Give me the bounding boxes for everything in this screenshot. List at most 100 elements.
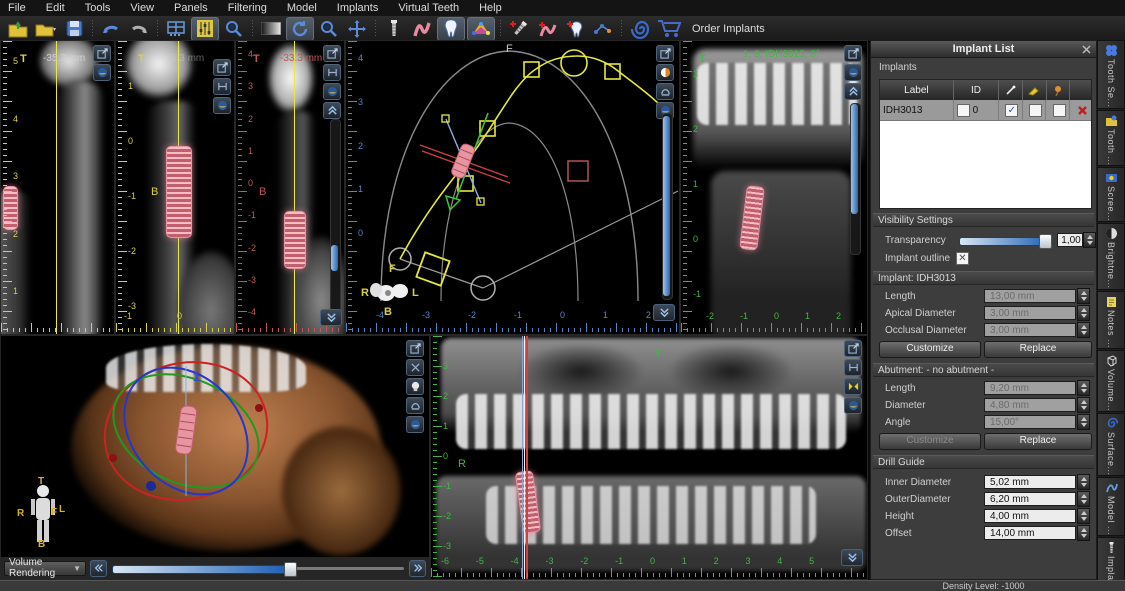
- implant-graphic[interactable]: [166, 146, 192, 238]
- model-tool-icon[interactable]: [467, 17, 495, 41]
- menu-item[interactable]: View: [130, 2, 154, 14]
- render-mode-select[interactable]: Volume Rendering▼: [4, 561, 86, 576]
- delete-implant-icon[interactable]: [1077, 105, 1088, 116]
- abutment-diameter-spinner[interactable]: [1077, 397, 1090, 413]
- cross-section-cursor-red[interactable]: [526, 336, 528, 579]
- menu-item[interactable]: Model: [287, 2, 317, 14]
- occlusal-diameter-spinner[interactable]: [1077, 322, 1090, 338]
- viewport-coronal[interactable]: 10-1-2-3 -10 T -35.3 mm B: [115, 40, 235, 335]
- slice-indicator-line[interactable]: [56, 41, 57, 334]
- implant-tool-icon[interactable]: [381, 18, 407, 40]
- measure-icon[interactable]: [213, 78, 231, 95]
- add-implant-icon[interactable]: [506, 18, 532, 40]
- measure-icon[interactable]: [844, 359, 862, 376]
- tab-tooth-setup[interactable]: Tooth Se...: [1097, 40, 1125, 109]
- viewport-sagittal[interactable]: 54321 T -35.3 mm: [0, 40, 115, 335]
- menu-item[interactable]: Filtering: [228, 2, 267, 14]
- delete-cell[interactable]: [1070, 100, 1091, 120]
- contrast-icon[interactable]: [258, 18, 284, 40]
- export-view-icon[interactable]: [213, 59, 231, 76]
- tab-tooth[interactable]: Tooth ...: [1097, 110, 1125, 167]
- close-panel-icon[interactable]: [1082, 45, 1091, 54]
- export-view-icon[interactable]: [844, 45, 862, 62]
- rotate-right-button[interactable]: [409, 560, 426, 577]
- menu-item[interactable]: Panels: [174, 2, 208, 14]
- view-3d-icon[interactable]: [844, 64, 862, 81]
- contrast-view-icon[interactable]: [656, 64, 674, 81]
- export-view-icon[interactable]: [844, 340, 862, 357]
- inner-diameter-spinner[interactable]: [1077, 474, 1090, 490]
- export-view-icon[interactable]: [323, 45, 341, 62]
- column-label[interactable]: Label: [880, 80, 954, 100]
- rotate-left-button[interactable]: [90, 560, 107, 577]
- rotation-slider[interactable]: [112, 561, 404, 575]
- measure-icon[interactable]: [323, 64, 341, 81]
- implant-outline-checkbox[interactable]: ✕: [956, 252, 969, 265]
- panoramic-view-icon[interactable]: [406, 397, 424, 414]
- height-field[interactable]: 4,00 mm: [984, 509, 1076, 523]
- slice-indicator-line[interactable]: [294, 41, 295, 334]
- open-file-icon[interactable]: [5, 18, 31, 40]
- abutment-customize-button[interactable]: Customize: [879, 433, 981, 450]
- export-view-icon[interactable]: [406, 340, 424, 357]
- transparency-slider-handle[interactable]: [1039, 234, 1052, 249]
- viewport-axial-main[interactable]: F F R L B 43210 -4-3-2-1012: [345, 40, 680, 335]
- save-icon[interactable]: [61, 18, 87, 40]
- filter-settings-icon[interactable]: [191, 17, 219, 41]
- implant-replace-button[interactable]: Replace: [984, 341, 1092, 358]
- menu-item[interactable]: Tools: [85, 2, 111, 14]
- nerve-tool-icon[interactable]: [409, 18, 435, 40]
- tab-brightness[interactable]: Brightne...: [1097, 223, 1125, 290]
- apical-diameter-spinner[interactable]: [1077, 305, 1090, 321]
- redo-icon[interactable]: [126, 18, 152, 40]
- transparency-spinner[interactable]: [1083, 232, 1096, 248]
- visible-checkbox-cell[interactable]: ✓: [999, 100, 1023, 120]
- inner-diameter-field[interactable]: 5,02 mm: [984, 475, 1076, 489]
- menu-item[interactable]: File: [8, 2, 26, 14]
- zoom-in-icon[interactable]: [221, 18, 247, 40]
- highlighter-icon[interactable]: [1023, 80, 1047, 100]
- outer-diameter-field[interactable]: 6,20 mm: [984, 492, 1076, 506]
- offset-spinner[interactable]: [1077, 525, 1090, 541]
- pin-icon[interactable]: [1047, 80, 1071, 100]
- slice-scrollbar[interactable]: [330, 119, 341, 321]
- panoramic-view-icon[interactable]: [656, 83, 674, 100]
- transparency-value[interactable]: 1,00: [1057, 233, 1083, 247]
- menu-item[interactable]: Help: [479, 2, 502, 14]
- skull-view-icon[interactable]: [406, 378, 424, 395]
- scroll-down-button[interactable]: [841, 549, 863, 566]
- zoom-mode-icon[interactable]: [316, 18, 342, 40]
- pin-checkbox-cell[interactable]: [1046, 100, 1070, 120]
- viewport-3d-volume[interactable]: 1 T R F L B Volume Rendering▼: [0, 335, 430, 580]
- tab-screenshot[interactable]: Scree...: [1097, 167, 1125, 222]
- rotation-gyroscope[interactable]: [1, 336, 430, 580]
- viewport-cross-section[interactable]: 3210-1 -2-1012 T 1, 0, IDH3013, 0°: [680, 40, 868, 335]
- order-implants-label[interactable]: Order Implants: [692, 23, 765, 35]
- tab-model[interactable]: Model ...: [1097, 477, 1125, 536]
- slice-scrollbar[interactable]: [662, 113, 673, 300]
- outer-diameter-spinner[interactable]: [1077, 491, 1090, 507]
- add-tooth-icon[interactable]: [562, 18, 588, 40]
- undo-icon[interactable]: [98, 18, 124, 40]
- abutment-angle-spinner[interactable]: [1077, 414, 1090, 430]
- scroll-up-button[interactable]: [844, 83, 862, 100]
- pin-checkbox[interactable]: [1053, 104, 1066, 117]
- view-3d-icon[interactable]: [323, 83, 341, 100]
- offset-field[interactable]: 14,00 mm: [984, 526, 1076, 540]
- export-view-icon[interactable]: [93, 45, 111, 62]
- measure-icon[interactable]: [999, 80, 1023, 100]
- scroll-down-button[interactable]: [653, 304, 675, 321]
- height-spinner[interactable]: [1077, 508, 1090, 524]
- rotation-slider-handle[interactable]: [284, 562, 297, 577]
- layout-grid-icon[interactable]: [163, 18, 189, 40]
- flip-view-icon[interactable]: [844, 378, 862, 395]
- implant-customize-button[interactable]: Customize: [879, 341, 981, 358]
- surface-spiral-icon[interactable]: [627, 18, 653, 40]
- id-checkbox[interactable]: [957, 104, 970, 117]
- tab-notes[interactable]: Notes ...: [1097, 291, 1125, 349]
- order-implants-cart-icon[interactable]: [655, 18, 685, 40]
- visible-checkbox[interactable]: ✓: [1005, 104, 1018, 117]
- collapse-icon[interactable]: [323, 102, 341, 119]
- clip-volume-icon[interactable]: [406, 359, 424, 376]
- menu-item[interactable]: Implants: [337, 2, 379, 14]
